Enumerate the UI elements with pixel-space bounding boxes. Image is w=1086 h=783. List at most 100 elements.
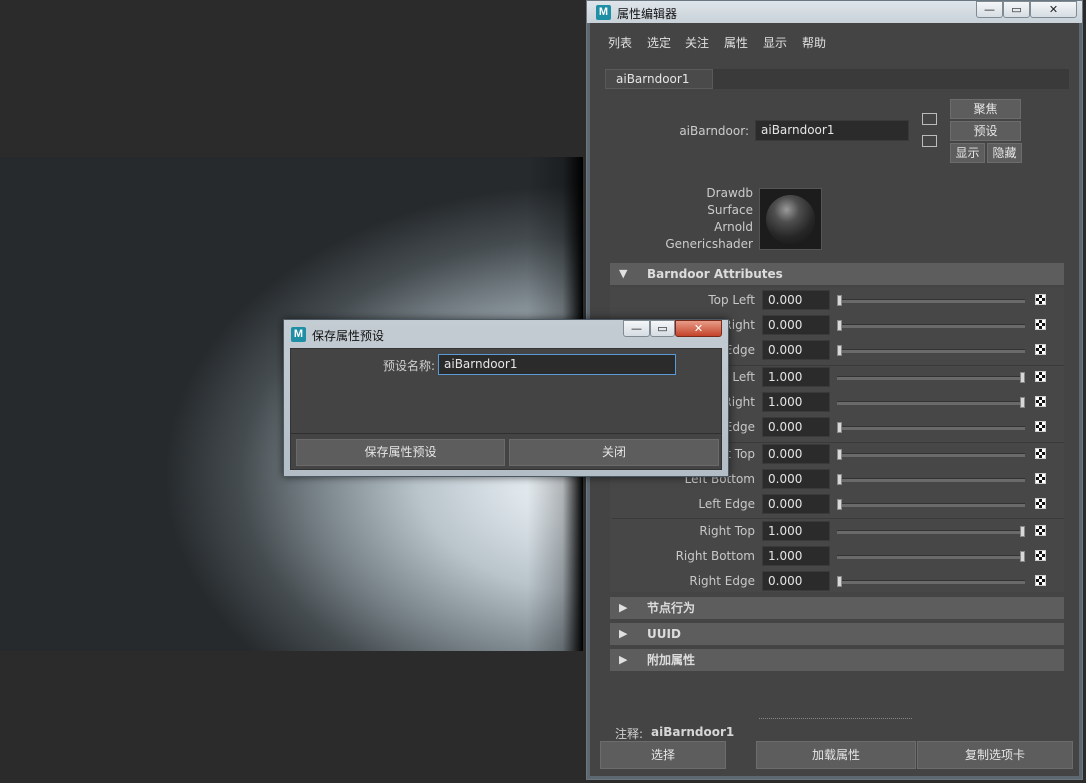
attr-field-right-bottom[interactable]: 1.000 — [762, 546, 830, 566]
preset-name-input[interactable]: aiBarndoor1 — [438, 354, 676, 375]
slider-handle[interactable] — [1020, 526, 1025, 537]
load-attributes-button[interactable]: 加载属性 — [756, 741, 916, 769]
attr-field-right-top[interactable]: 1.000 — [762, 521, 830, 541]
dialog-body: 预设名称: aiBarndoor1 保存属性预设 关闭 — [290, 348, 722, 470]
section-extra-attributes[interactable]: ▶ 附加属性 — [610, 649, 1064, 671]
save-preset-button[interactable]: 保存属性预设 — [296, 439, 505, 466]
attr-field-top-edge[interactable]: 0.000 — [762, 340, 830, 360]
attr-field-top-right[interactable]: 0.000 — [762, 315, 830, 335]
attr-field-left-top[interactable]: 0.000 — [762, 444, 830, 464]
attribute-row: Right Bottom 1.000 — [587, 545, 1084, 567]
output-connections-icon[interactable] — [922, 135, 937, 147]
attr-slider-right-edge[interactable] — [837, 576, 1025, 587]
map-texture-icon[interactable] — [1035, 371, 1046, 382]
slider-handle[interactable] — [837, 345, 842, 356]
hide-button[interactable]: 隐藏 — [987, 143, 1022, 163]
section-node-behavior[interactable]: ▶ 节点行为 — [610, 597, 1064, 619]
input-connections-icon[interactable] — [922, 113, 937, 125]
slider-handle[interactable] — [1020, 551, 1025, 562]
material-swatch[interactable] — [759, 188, 822, 250]
slider-handle[interactable] — [837, 295, 842, 306]
slider-handle[interactable] — [837, 576, 842, 587]
show-button[interactable]: 显示 — [950, 143, 985, 163]
attr-field-bottom-left[interactable]: 1.000 — [762, 367, 830, 387]
notes-label: 注释: — [615, 727, 644, 741]
attribute-row: Right Edge 0.000 — [587, 570, 1084, 592]
close-dialog-button[interactable]: 关闭 — [509, 439, 719, 466]
menu-item-focus[interactable]: 关注 — [685, 34, 709, 51]
close-button[interactable]: ✕ — [1030, 1, 1077, 18]
expand-arrow-icon: ▼ — [619, 267, 628, 280]
attr-slider-bottom-left[interactable] — [837, 372, 1025, 383]
focus-button[interactable]: 聚焦 — [950, 99, 1021, 119]
map-texture-icon[interactable] — [1035, 319, 1046, 330]
slider-handle[interactable] — [837, 449, 842, 460]
node-tab-strip: aiBarndoor1 — [605, 69, 1069, 89]
attr-field-left-bottom[interactable]: 0.000 — [762, 469, 830, 489]
map-texture-icon[interactable] — [1035, 421, 1046, 432]
minimize-button[interactable]: — — [623, 320, 650, 337]
map-texture-icon[interactable] — [1035, 344, 1046, 355]
attr-field-left-edge[interactable]: 0.000 — [762, 494, 830, 514]
select-button[interactable]: 选择 — [600, 741, 726, 769]
viewport-bottom-area[interactable] — [0, 651, 585, 783]
section-barndoor-attributes[interactable]: ▼ Barndoor Attributes — [610, 263, 1064, 285]
slider-handle[interactable] — [837, 422, 842, 433]
menu-item-show[interactable]: 显示 — [763, 34, 787, 51]
map-texture-icon[interactable] — [1035, 525, 1046, 536]
group-separator — [612, 518, 1064, 519]
copy-tab-button[interactable]: 复制选项卡 — [917, 741, 1073, 769]
dialog-separator — [291, 433, 721, 434]
menu-item-attributes[interactable]: 属性 — [724, 34, 748, 51]
tab-aibarndoor1[interactable]: aiBarndoor1 — [605, 69, 713, 89]
section-label: 节点行为 — [647, 601, 696, 615]
attr-slider-bottom-right[interactable] — [837, 397, 1025, 408]
map-texture-icon[interactable] — [1035, 396, 1046, 407]
node-name-field[interactable]: aiBarndoor1 — [755, 120, 909, 141]
attr-slider-left-edge[interactable] — [837, 499, 1025, 510]
attr-field-bottom-right[interactable]: 1.000 — [762, 392, 830, 412]
map-texture-icon[interactable] — [1035, 498, 1046, 509]
slider-handle[interactable] — [837, 474, 842, 485]
attr-slider-top-left[interactable] — [837, 295, 1025, 306]
slider-handle[interactable] — [1020, 397, 1025, 408]
slider-handle[interactable] — [1020, 372, 1025, 383]
attr-slider-right-bottom[interactable] — [837, 551, 1025, 562]
attr-slider-bottom-edge[interactable] — [837, 422, 1025, 433]
presets-button[interactable]: 预设 — [950, 121, 1021, 141]
maximize-button[interactable]: ▭ — [650, 320, 675, 337]
close-button[interactable]: ✕ — [675, 320, 722, 337]
minimize-button[interactable]: — — [976, 1, 1003, 18]
menu-item-list[interactable]: 列表 — [608, 34, 632, 51]
slider-handle[interactable] — [837, 499, 842, 510]
attr-label-right-top: Right Top — [699, 524, 755, 538]
maya-logo-icon: M — [596, 5, 611, 20]
map-texture-icon[interactable] — [1035, 473, 1046, 484]
notes-divider[interactable] — [759, 718, 912, 719]
attr-field-bottom-edge[interactable]: 0.000 — [762, 417, 830, 437]
attr-field-top-left[interactable]: 0.000 — [762, 290, 830, 310]
dialog-title[interactable]: 保存属性预设 — [312, 327, 384, 344]
menu-item-selected[interactable]: 选定 — [647, 34, 671, 51]
attr-field-right-edge[interactable]: 0.000 — [762, 571, 830, 591]
map-texture-icon[interactable] — [1035, 550, 1046, 561]
slider-handle[interactable] — [837, 320, 842, 331]
attribute-editor-titlebar[interactable]: M 属性编辑器 — ▭ ✕ — [587, 1, 1082, 23]
collapsed-arrow-icon: ▶ — [619, 601, 628, 614]
map-texture-icon[interactable] — [1035, 575, 1046, 586]
attr-slider-left-top[interactable] — [837, 449, 1025, 460]
attr-slider-top-right[interactable] — [837, 320, 1025, 331]
attr-slider-left-bottom[interactable] — [837, 474, 1025, 485]
attr-slider-top-edge[interactable] — [837, 345, 1025, 356]
map-texture-icon[interactable] — [1035, 448, 1046, 459]
collapsed-arrow-icon: ▶ — [619, 653, 628, 666]
map-texture-icon[interactable] — [1035, 294, 1046, 305]
menu-item-help[interactable]: 帮助 — [802, 34, 826, 51]
save-preset-dialog: M 保存属性预设 — ▭ ✕ 预设名称: aiBarndoor1 保存属性预设 … — [283, 319, 729, 477]
viewport-top-area[interactable] — [0, 0, 585, 157]
section-uuid[interactable]: ▶ UUID — [610, 623, 1064, 645]
attr-label-top-left: Top Left — [708, 293, 755, 307]
maximize-button[interactable]: ▭ — [1003, 1, 1030, 18]
attr-slider-right-top[interactable] — [837, 526, 1025, 537]
window-title: 属性编辑器 — [617, 7, 678, 21]
